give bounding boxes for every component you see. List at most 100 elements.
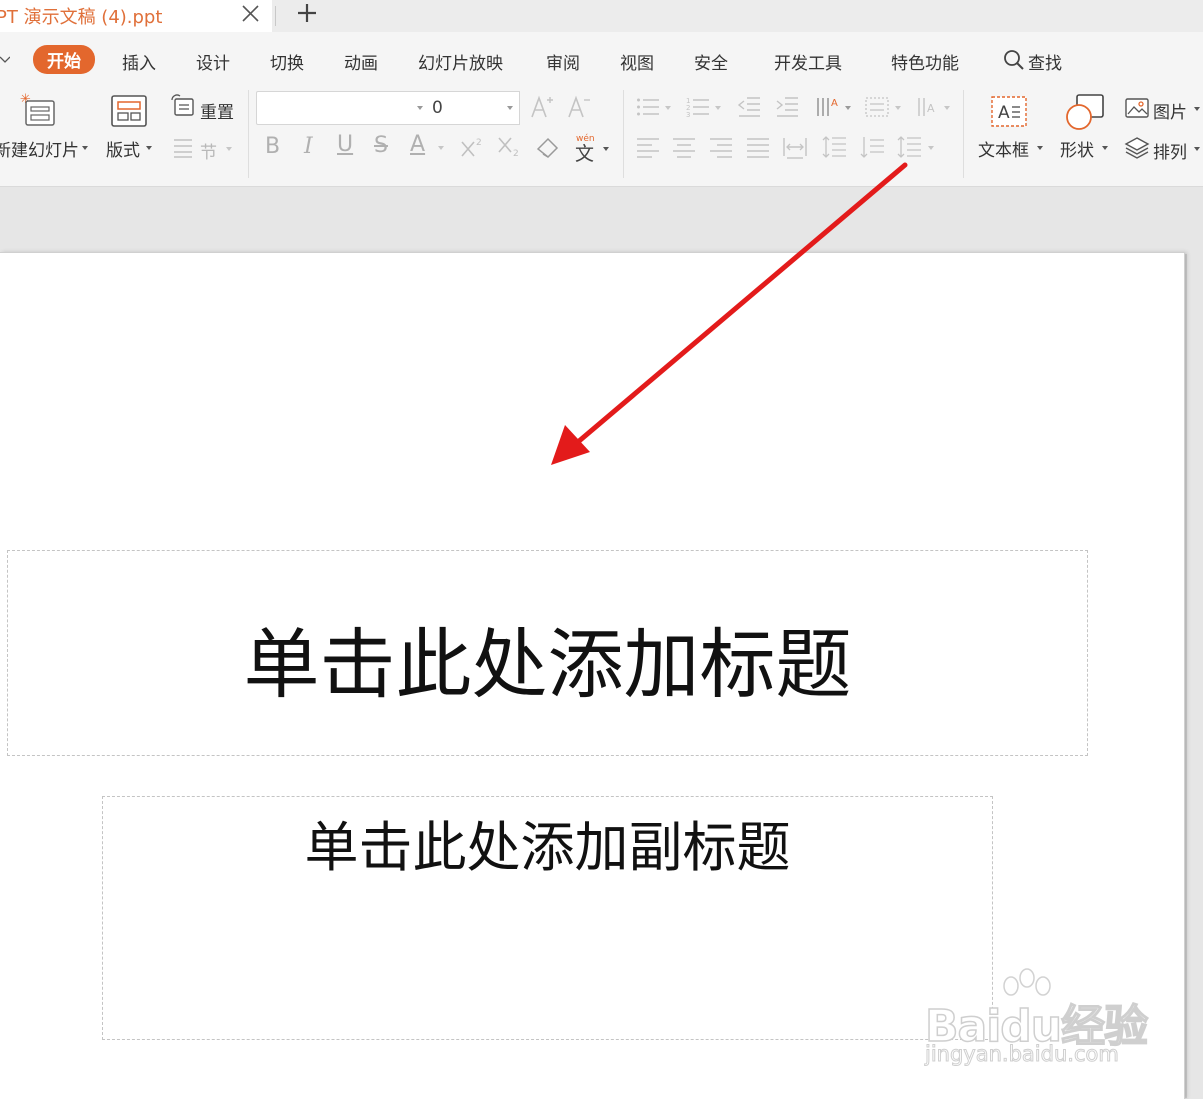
subscript-icon: 2 [498,137,519,158]
text-align-vertical-icon: A [918,98,935,116]
tab-insert[interactable]: 插入 [122,49,156,74]
new-slide-button[interactable]: 新建幻灯片 [0,136,79,161]
tab-view[interactable]: 视图 [620,49,654,74]
title-placeholder-text: 单击此处添加标题 [243,620,852,709]
font-size-select[interactable]: 0 [428,91,520,125]
align-center-icon [673,138,695,158]
increase-indent-icon [776,97,798,117]
section-button: 节 [200,143,217,163]
arrange-icon[interactable] [1124,136,1150,160]
font-name-select[interactable] [256,91,430,125]
reset-button[interactable]: 重置 [200,98,234,123]
title-placeholder[interactable]: 单击此处添加标题 [7,550,1088,756]
tab-bar: PT 演示文稿 (4).ppt [0,0,1203,33]
eraser-icon [536,137,559,159]
chevron-down-icon[interactable] [1102,146,1108,150]
distribute-icon [783,138,807,159]
increase-font-size-icon [531,95,553,118]
numbered-list-icon: 123 [686,97,709,118]
columns-icon [865,97,889,117]
text-direction-icon: A [817,98,838,116]
align-left-icon [637,138,659,158]
document-tab[interactable]: PT 演示文稿 (4).ppt [0,0,272,32]
tab-developer[interactable]: 开发工具 [774,49,842,74]
text-box-button[interactable]: 文本框 [978,136,1029,161]
justify-icon [747,138,769,158]
tab-home[interactable]: 开始 [33,45,95,74]
chevron-down-icon [715,106,721,110]
underline-icon: U [337,132,354,157]
tab-transitions[interactable]: 切换 [270,49,304,74]
chevron-down-icon [665,106,671,110]
svg-text:A: A [927,102,935,115]
picture-icon[interactable] [1124,96,1150,120]
svg-text:3: 3 [686,111,690,118]
chevron-down-icon[interactable] [603,147,609,151]
tab-divider [275,6,276,26]
shape-icon[interactable] [1064,92,1106,132]
chevron-down-icon[interactable] [507,106,513,110]
group-divider [623,90,624,178]
line-spacing-icon [822,136,846,158]
search-icon[interactable] [1003,49,1025,71]
tab-slideshow[interactable]: 幻灯片放映 [418,49,503,74]
new-slide-icon[interactable]: ✳ [18,92,58,128]
svg-text:2: 2 [476,138,482,148]
svg-text:2: 2 [513,149,519,158]
group-divider [248,90,249,178]
italic-icon: I [304,134,313,159]
align-right-icon [710,138,732,158]
svg-text:A: A [831,98,838,109]
text-box-icon[interactable]: A [990,94,1028,130]
tab-animations[interactable]: 动画 [344,49,378,74]
font-size-value: 0 [432,98,443,118]
subtitle-placeholder-text: 单击此处添加副标题 [304,816,791,879]
chevron-down-icon[interactable] [82,146,88,150]
svg-text:A: A [998,103,1010,123]
tab-special-features[interactable]: 特色功能 [891,49,959,74]
chevron-down-icon [845,106,851,110]
layout-icon[interactable] [110,94,148,128]
shape-button[interactable]: 形状 [1060,136,1094,161]
paragraph-spacing-icon [860,137,884,158]
spacing-options-icon [897,136,921,158]
document-tab-title: PT 演示文稿 (4).ppt [0,7,163,28]
decrease-indent-icon [737,97,760,117]
layout-button[interactable]: 版式 [106,136,140,161]
reset-icon[interactable] [170,94,196,118]
superscript-icon: 2 [461,138,482,157]
chevron-down-icon [928,146,934,150]
watermark-url: jingyan.baidu.com [925,1042,1120,1067]
ribbon-toolbar: ✳ 新建幻灯片 版式 重置 节 0 B I U S A 2 2 wén 文 1 … [0,86,1203,187]
group-divider [963,90,964,178]
chevron-down-icon[interactable] [1037,146,1043,150]
font-color-icon: A [410,132,426,157]
bullet-list-icon [637,98,659,116]
phonetic-guide-icon[interactable]: wén 文 [573,132,599,162]
svg-text:文: 文 [575,143,594,162]
subtitle-placeholder[interactable]: 单击此处添加副标题 [102,796,993,1040]
chevron-down-icon [226,147,232,151]
picture-button[interactable]: 图片 [1153,98,1187,123]
tab-review[interactable]: 审阅 [546,49,580,74]
chevron-down-icon[interactable] [1194,107,1200,111]
chevron-down-icon [438,146,444,150]
search-label[interactable]: 查找 [1028,49,1062,74]
tab-security[interactable]: 安全 [694,49,728,74]
section-icon [174,139,192,158]
close-icon[interactable] [238,2,262,26]
chevron-down-icon[interactable] [0,56,10,64]
menu-bar: 开始 插入 设计 切换 动画 幻灯片放映 审阅 视图 安全 开发工具 特色功能 … [0,32,1203,86]
decrease-font-size-icon [568,95,590,118]
chevron-down-icon[interactable] [417,106,423,110]
chevron-down-icon[interactable] [146,146,152,150]
chevron-down-icon [944,106,950,110]
strikethrough-icon: S [374,133,388,158]
chevron-down-icon[interactable] [1194,147,1200,151]
arrange-button[interactable]: 排列 [1153,138,1187,163]
chevron-down-icon [895,106,901,110]
plus-icon[interactable] [293,1,321,27]
tab-design[interactable]: 设计 [196,49,230,74]
baidu-jingyan-watermark: Baidu经验 jingyan.baidu.com [924,968,1149,1078]
bold-icon: B [265,134,281,159]
